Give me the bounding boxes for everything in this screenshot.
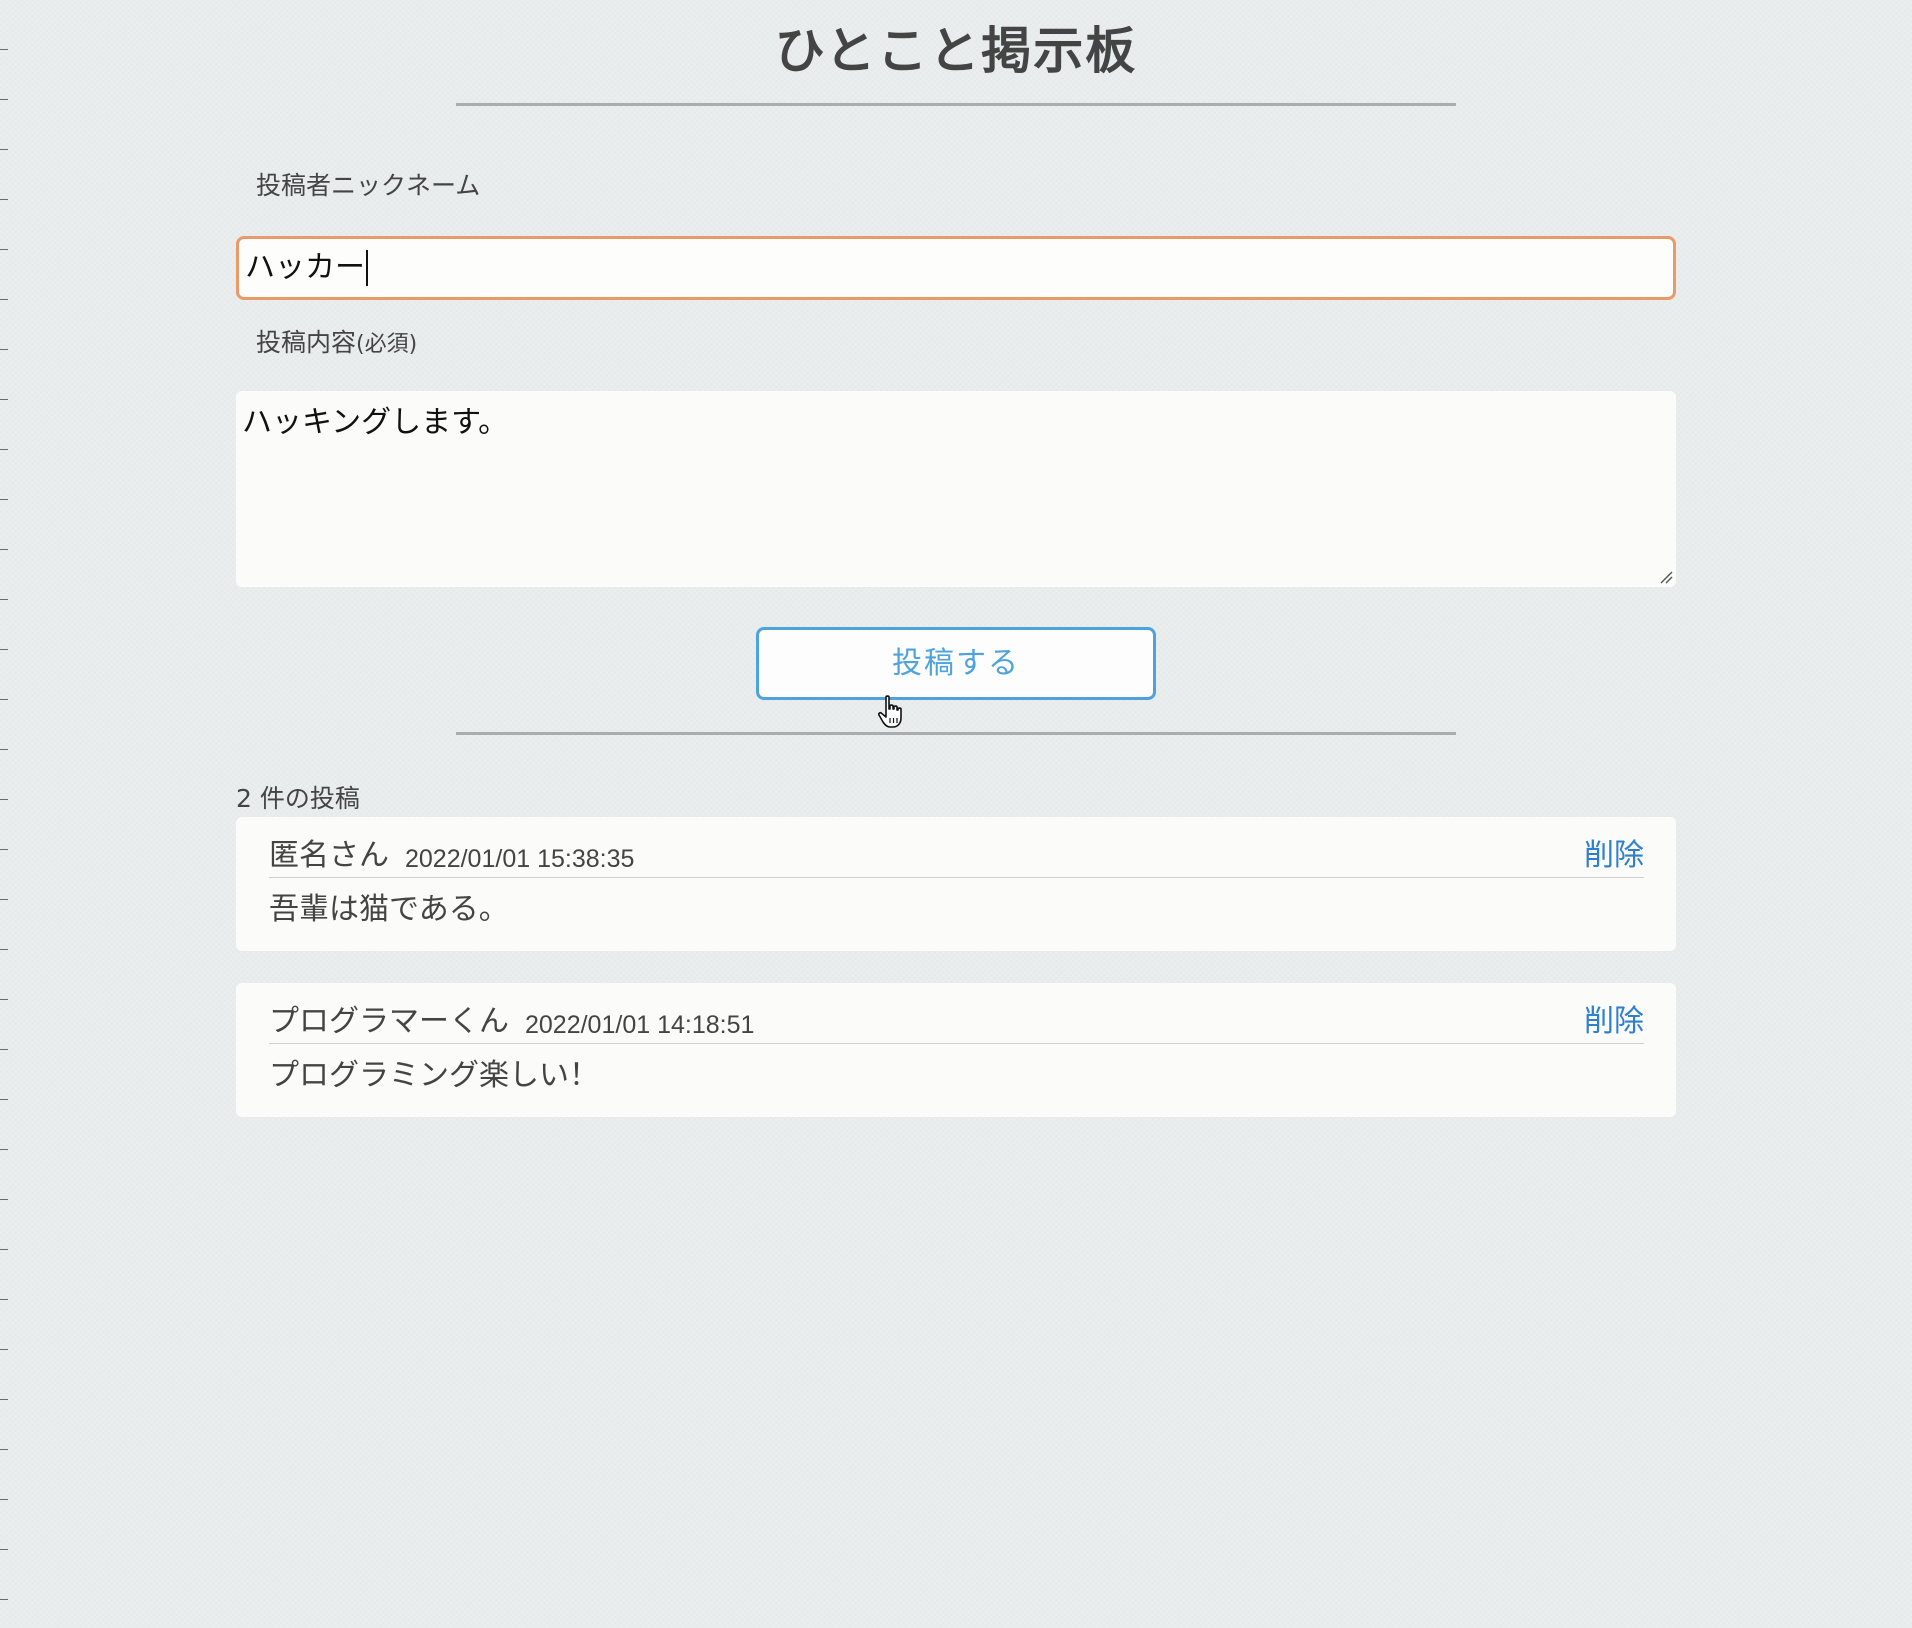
- hand-pointer-icon: [878, 695, 902, 728]
- body-label: 投稿内容(必須): [256, 327, 1676, 359]
- nickname-label: 投稿者ニックネーム: [256, 171, 481, 200]
- resize-grip-icon[interactable]: [1659, 570, 1673, 584]
- form-divider: [456, 732, 1456, 735]
- body-textarea[interactable]: ハッキングします。: [236, 391, 1676, 587]
- ruler-ticks: [0, 0, 10, 1628]
- body-label-text: 投稿内容: [256, 328, 357, 357]
- post-timestamp: 2022/01/01 14:18:51: [525, 1011, 755, 1039]
- post-timestamp: 2022/01/01 15:38:35: [405, 845, 635, 873]
- post-body: 吾輩は猫である。: [269, 892, 509, 927]
- delete-link[interactable]: 削除: [1584, 1001, 1644, 1043]
- page-title: ひとこと掲示板: [774, 22, 1138, 80]
- post-header: 匿名さん 2022/01/01 15:38:35 削除: [269, 835, 1644, 878]
- post-author: 匿名さん: [269, 838, 389, 873]
- post-count: 2 件の投稿: [236, 784, 360, 813]
- title-divider: [456, 103, 1456, 106]
- nickname-input[interactable]: ハッカー: [236, 236, 1676, 300]
- submit-area: 投稿する: [236, 627, 1676, 728]
- delete-link[interactable]: 削除: [1584, 835, 1644, 877]
- post-author: プログラマーくん: [269, 1004, 509, 1039]
- post-header: プログラマーくん 2022/01/01 14:18:51 削除: [269, 1001, 1644, 1044]
- text-caret: [366, 250, 368, 286]
- required-note: (必須): [356, 332, 418, 357]
- submit-button[interactable]: 投稿する: [756, 627, 1156, 700]
- board-container: ひとこと掲示板 投稿者ニックネーム ハッカー 投稿内容(必須) ハッキングします…: [236, 0, 1676, 1117]
- nickname-value: ハッカー: [245, 250, 365, 285]
- post-card: 匿名さん 2022/01/01 15:38:35 削除 吾輩は猫である。: [236, 817, 1676, 951]
- body-value: ハッキングします。: [242, 405, 509, 440]
- post-list: 匿名さん 2022/01/01 15:38:35 削除 吾輩は猫である。 プログラ…: [236, 817, 1676, 1117]
- post-form: 投稿者ニックネーム ハッカー 投稿内容(必須) ハッキングします。 投稿する: [236, 170, 1676, 728]
- post-card: プログラマーくん 2022/01/01 14:18:51 削除 プログラミング楽し…: [236, 983, 1676, 1117]
- post-body: プログラミング楽しい！: [269, 1058, 599, 1093]
